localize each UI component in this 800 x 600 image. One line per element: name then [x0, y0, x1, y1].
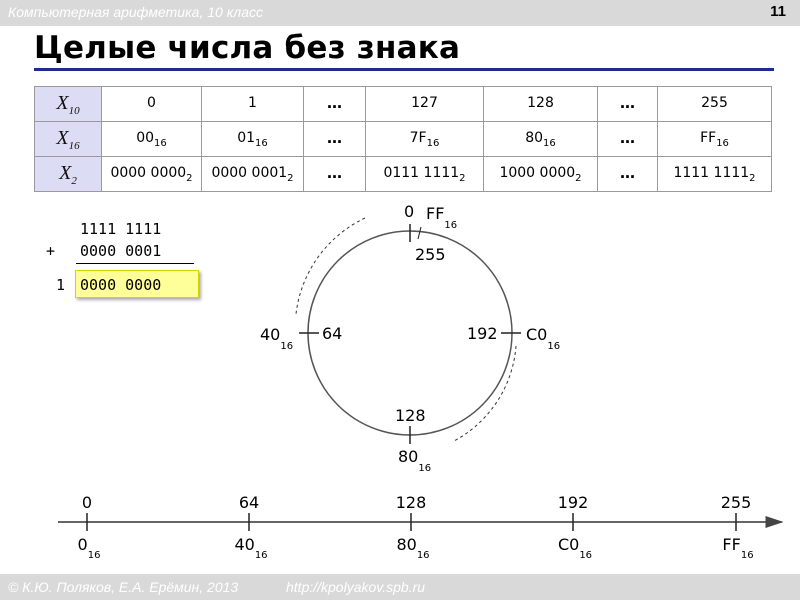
number-line-decimal-label: 0 [82, 493, 92, 512]
circle-label-zero: 0 [404, 202, 414, 221]
circle-label-128: 128 [395, 406, 426, 425]
circle-and-number-line: 0 FF16 255 4016 64 192 C016 128 8016 0 01… [58, 202, 784, 561]
number-line-decimal-label: 192 [558, 493, 589, 512]
number-line-hex-label: 016 [78, 535, 101, 561]
circle-label-255: 255 [415, 245, 446, 264]
number-line-ticks: 0 016 64 4016 128 8016 192 C016 255 FF16 [78, 493, 754, 561]
number-line-hex-label: C016 [558, 535, 592, 561]
circle-label-c0hex: C016 [526, 325, 560, 352]
number-line-hex-label: FF16 [722, 535, 753, 561]
number-line-decimal-label: 255 [721, 493, 752, 512]
circle-label-80hex: 8016 [398, 447, 431, 474]
circle-label-ff: FF16 [426, 204, 457, 231]
dashed-arc-left [295, 217, 366, 315]
circle-label-192: 192 [467, 324, 498, 343]
circle-label-64: 64 [322, 324, 342, 343]
footer-url[interactable]: http://kpolyakov.spb.ru [286, 579, 425, 595]
number-line-hex-label: 4016 [234, 535, 267, 561]
number-line-decimal-label: 128 [396, 493, 427, 512]
number-line-hex-label: 8016 [396, 535, 429, 561]
footer-bar: © К.Ю. Поляков, Е.А. Ерёмин, 2013 http:/… [0, 574, 800, 600]
circle-label-40hex: 4016 [260, 325, 293, 352]
dashed-arc-right [453, 345, 517, 442]
footer-authors: © К.Ю. Поляков, Е.А. Ерёмин, 2013 [8, 579, 239, 595]
number-line-decimal-label: 64 [239, 493, 259, 512]
circle-tick-ff [417, 226, 422, 240]
